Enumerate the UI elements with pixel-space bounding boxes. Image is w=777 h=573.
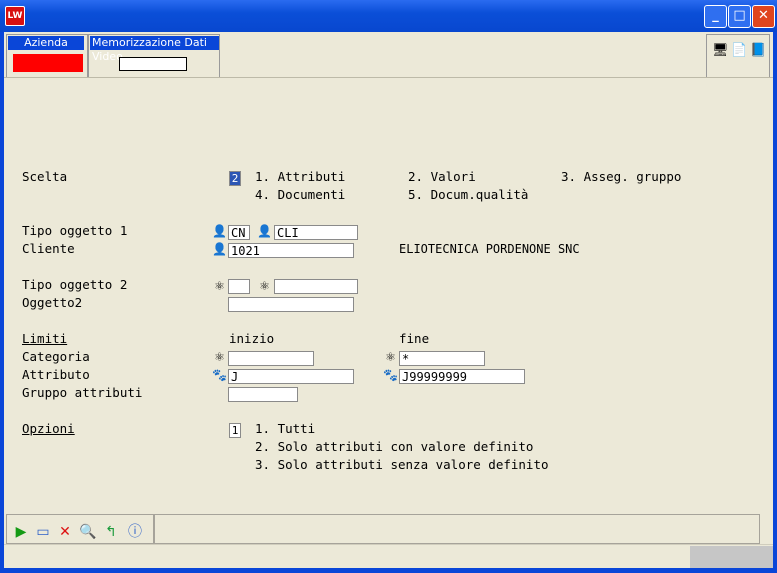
cliente-label: Cliente [22,241,75,256]
footer-message-area [154,514,760,544]
display-icon[interactable]: 🖥 [712,43,729,59]
person-icon[interactable]: 👤 [212,242,227,257]
memo-box: Memorizzazione Dati Video [88,34,220,78]
scelta-option-4: 4. Documenti [255,187,346,202]
cliente-description: ELIOTECNICA PORDENONE SNC [399,242,580,256]
opzioni-option-1: 1. Tutti [255,421,316,436]
scelta-option-3: 3. Asseg. gruppo [561,169,682,184]
gruppo-attributi-field[interactable] [228,387,298,402]
limiti-label: Limiti [22,331,68,346]
azienda-field[interactable] [13,54,83,72]
oggetto2-field[interactable] [228,297,354,312]
tipo-oggetto-2-b-field[interactable] [274,279,358,294]
scelta-option-1: 1. Attributi [255,169,346,184]
person-icon[interactable]: 👤 [212,224,227,239]
footer-toolbar: ▶ ▭ ✕ 🔍 ↰ ⓘ [6,514,154,544]
attributo-inizio-field[interactable]: J [228,369,354,384]
gruppo-attributi-label: Gruppo attributi [22,385,143,400]
tipo-oggetto-1-b-field[interactable]: CLI [274,225,358,240]
notes-icon[interactable]: 📄 [731,43,747,59]
book-icon[interactable]: 📘 [750,43,766,59]
opzioni-option-3: 3. Solo attributi senza valore definito [255,457,549,472]
back-icon[interactable]: ↰ [103,524,119,540]
info-icon[interactable]: ⓘ [127,524,143,540]
azienda-box: Azienda [6,34,88,78]
toolbar-box: 🖥 📄 📘 [706,34,770,78]
search-icon[interactable]: 🔍 [79,524,96,540]
client-area: Azienda Memorizzazione Dati Video 🖥 📄 📘 … [4,32,773,568]
application-window: LW _ □ ✕ Azienda Memorizzazione Dati Vid… [0,0,777,573]
tipo-oggetto-2-label: Tipo oggetto 2 [22,277,128,292]
scelta-field[interactable]: 2 [229,171,241,186]
tipo-oggetto-1-label: Tipo oggetto 1 [22,223,128,238]
scelta-option-5: 5. Docum.qualità [408,187,529,202]
attributo-label: Attributo [22,367,90,382]
person-icon[interactable]: 👤 [257,224,272,239]
title-bar[interactable]: LW _ □ ✕ [0,0,777,32]
molecule-icon[interactable]: ⚛ [212,350,227,365]
categoria-inizio-field[interactable] [228,351,314,366]
scelta-label: Scelta [22,169,68,184]
attributo-fine-field[interactable]: J99999999 [399,369,525,384]
molecule-icon[interactable]: ⚛ [383,350,398,365]
scelta-option-2: 2. Valori [408,169,476,184]
tipo-oggetto-1-a-field[interactable]: CN [228,225,250,240]
memo-field[interactable] [119,57,187,71]
app-icon: LW [5,6,25,26]
oggetto2-label: Oggetto2 [22,295,83,310]
minimize-icon[interactable]: _ [704,5,727,28]
opzioni-option-2: 2. Solo attributi con valore definito [255,439,534,454]
opzioni-label: Opzioni [22,421,75,436]
status-panel [690,546,773,568]
categoria-fine-field[interactable]: * [399,351,485,366]
close-icon[interactable]: ✕ [752,5,775,28]
status-strip [4,544,773,567]
tipo-oggetto-2-a-field[interactable] [228,279,250,294]
categoria-label: Categoria [22,349,90,364]
paw-icon[interactable]: 🐾 [212,368,227,383]
run-icon[interactable]: ▶ [13,524,29,540]
maximize-icon[interactable]: □ [728,5,751,28]
opzioni-field[interactable]: 1 [229,423,241,438]
azienda-label: Azienda [8,36,84,50]
cancel-icon[interactable]: ✕ [57,524,73,540]
open-icon[interactable]: ▭ [35,524,51,540]
inizio-label: inizio [229,331,275,346]
cliente-field[interactable]: 1021 [228,243,354,258]
header-separator [4,77,773,78]
fine-label: fine [399,331,430,346]
paw-icon[interactable]: 🐾 [383,368,398,383]
molecule-icon[interactable]: ⚛ [212,279,227,294]
molecule-icon[interactable]: ⚛ [257,279,272,294]
memo-label: Memorizzazione Dati Video [90,36,219,63]
